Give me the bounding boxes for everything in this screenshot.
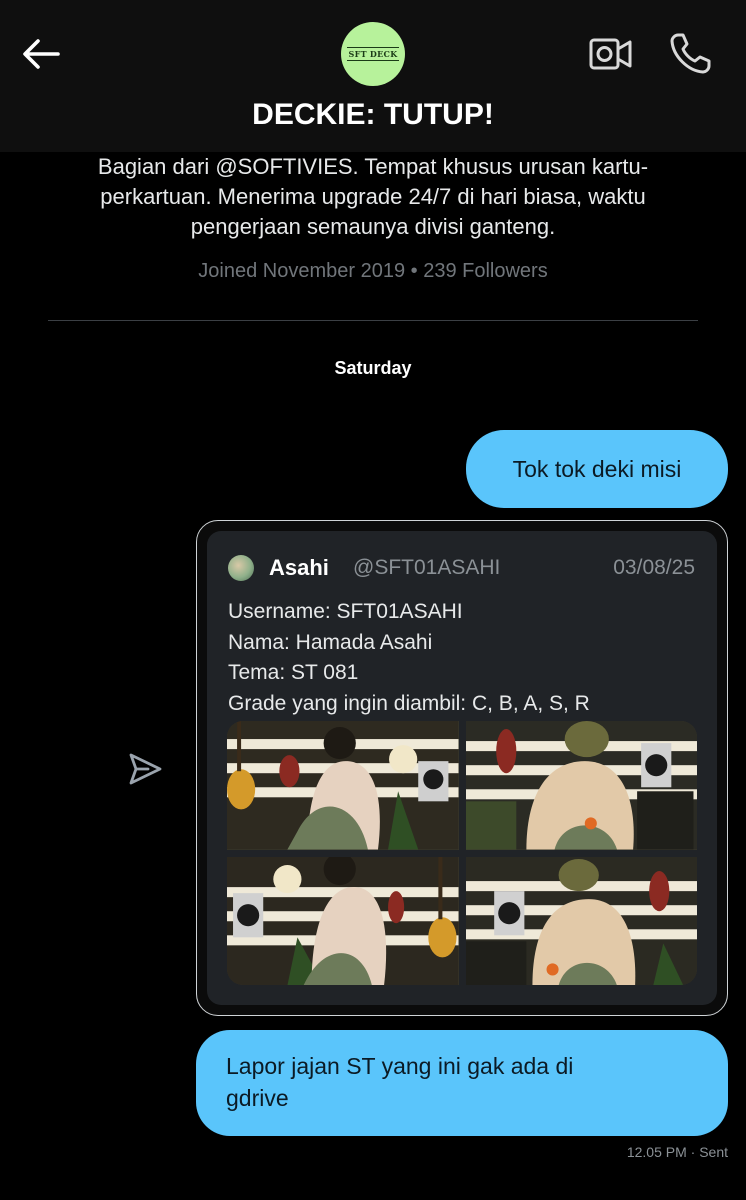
quoted-post-line: Tema: ST 081 (228, 661, 359, 684)
phone-icon[interactable] (668, 30, 714, 76)
arrow-left-icon[interactable] (18, 34, 64, 74)
quoted-author-avatar (228, 555, 254, 581)
profile-meta: Joined November 2019 • 239 Followers (198, 260, 548, 282)
avatar[interactable]: SFT DECK (341, 22, 405, 86)
message-text: Lapor jajan ST yang ini gak ada di (226, 1053, 574, 1079)
media-photo[interactable] (227, 856, 459, 985)
profile-bio: Bagian dari @SOFTIVIES. Tempat khusus ur… (52, 152, 694, 242)
media-photo[interactable] (227, 721, 459, 850)
quoted-post-card[interactable]: Asahi @SFT01ASAHI 03/08/25 Username: SFT… (207, 531, 717, 1005)
media-photo[interactable] (465, 721, 697, 850)
send-icon[interactable] (126, 750, 164, 788)
quoted-post-bubble: Asahi @SFT01ASAHI 03/08/25 Username: SFT… (196, 520, 728, 1016)
quoted-author-handle: @SFT01ASAHI (353, 556, 501, 579)
top-bar: SFT DECK DECKIE: TUTUP! (0, 0, 746, 152)
sent-message-bubble[interactable]: Lapor jajan ST yang ini gak ada di gdriv… (196, 1030, 728, 1136)
conversation-title: DECKIE: TUTUP! (252, 98, 494, 131)
bio-line: Bagian dari @SOFTIVIES. Tempat khusus ur… (97, 154, 649, 179)
quoted-post-line: Grade yang ingin diambil: C, B, A, S, R (228, 691, 590, 715)
quoted-author-name: Asahi (269, 555, 329, 580)
message-status: 12.05 PM · Sent (626, 1144, 728, 1160)
quoted-post-line: Username: SFT01ASAHI (228, 600, 463, 623)
message-text: gdrive (226, 1085, 289, 1111)
avatar-logo-text: SFT DECK (346, 47, 400, 61)
media-photo[interactable] (465, 856, 697, 985)
divider (48, 320, 698, 321)
quoted-post-date: 03/08/25 (613, 556, 695, 579)
bio-line: perkartuan. Menerima upgrade 24/7 di har… (100, 184, 646, 209)
quoted-post-text: Username: SFT01ASAHI Nama: Hamada Asahi … (228, 597, 590, 719)
video-camera-icon[interactable] (588, 34, 634, 74)
quoted-post-media-grid (227, 721, 697, 985)
sent-message-bubble[interactable]: Tok tok deki misi (466, 430, 728, 508)
date-separator: Saturday (334, 358, 412, 378)
message-text: Tok tok deki misi (512, 455, 682, 482)
bio-line: pengerjaan semaunya divisi ganteng. (190, 214, 556, 239)
quoted-post-line: Nama: Hamada Asahi (228, 630, 433, 654)
